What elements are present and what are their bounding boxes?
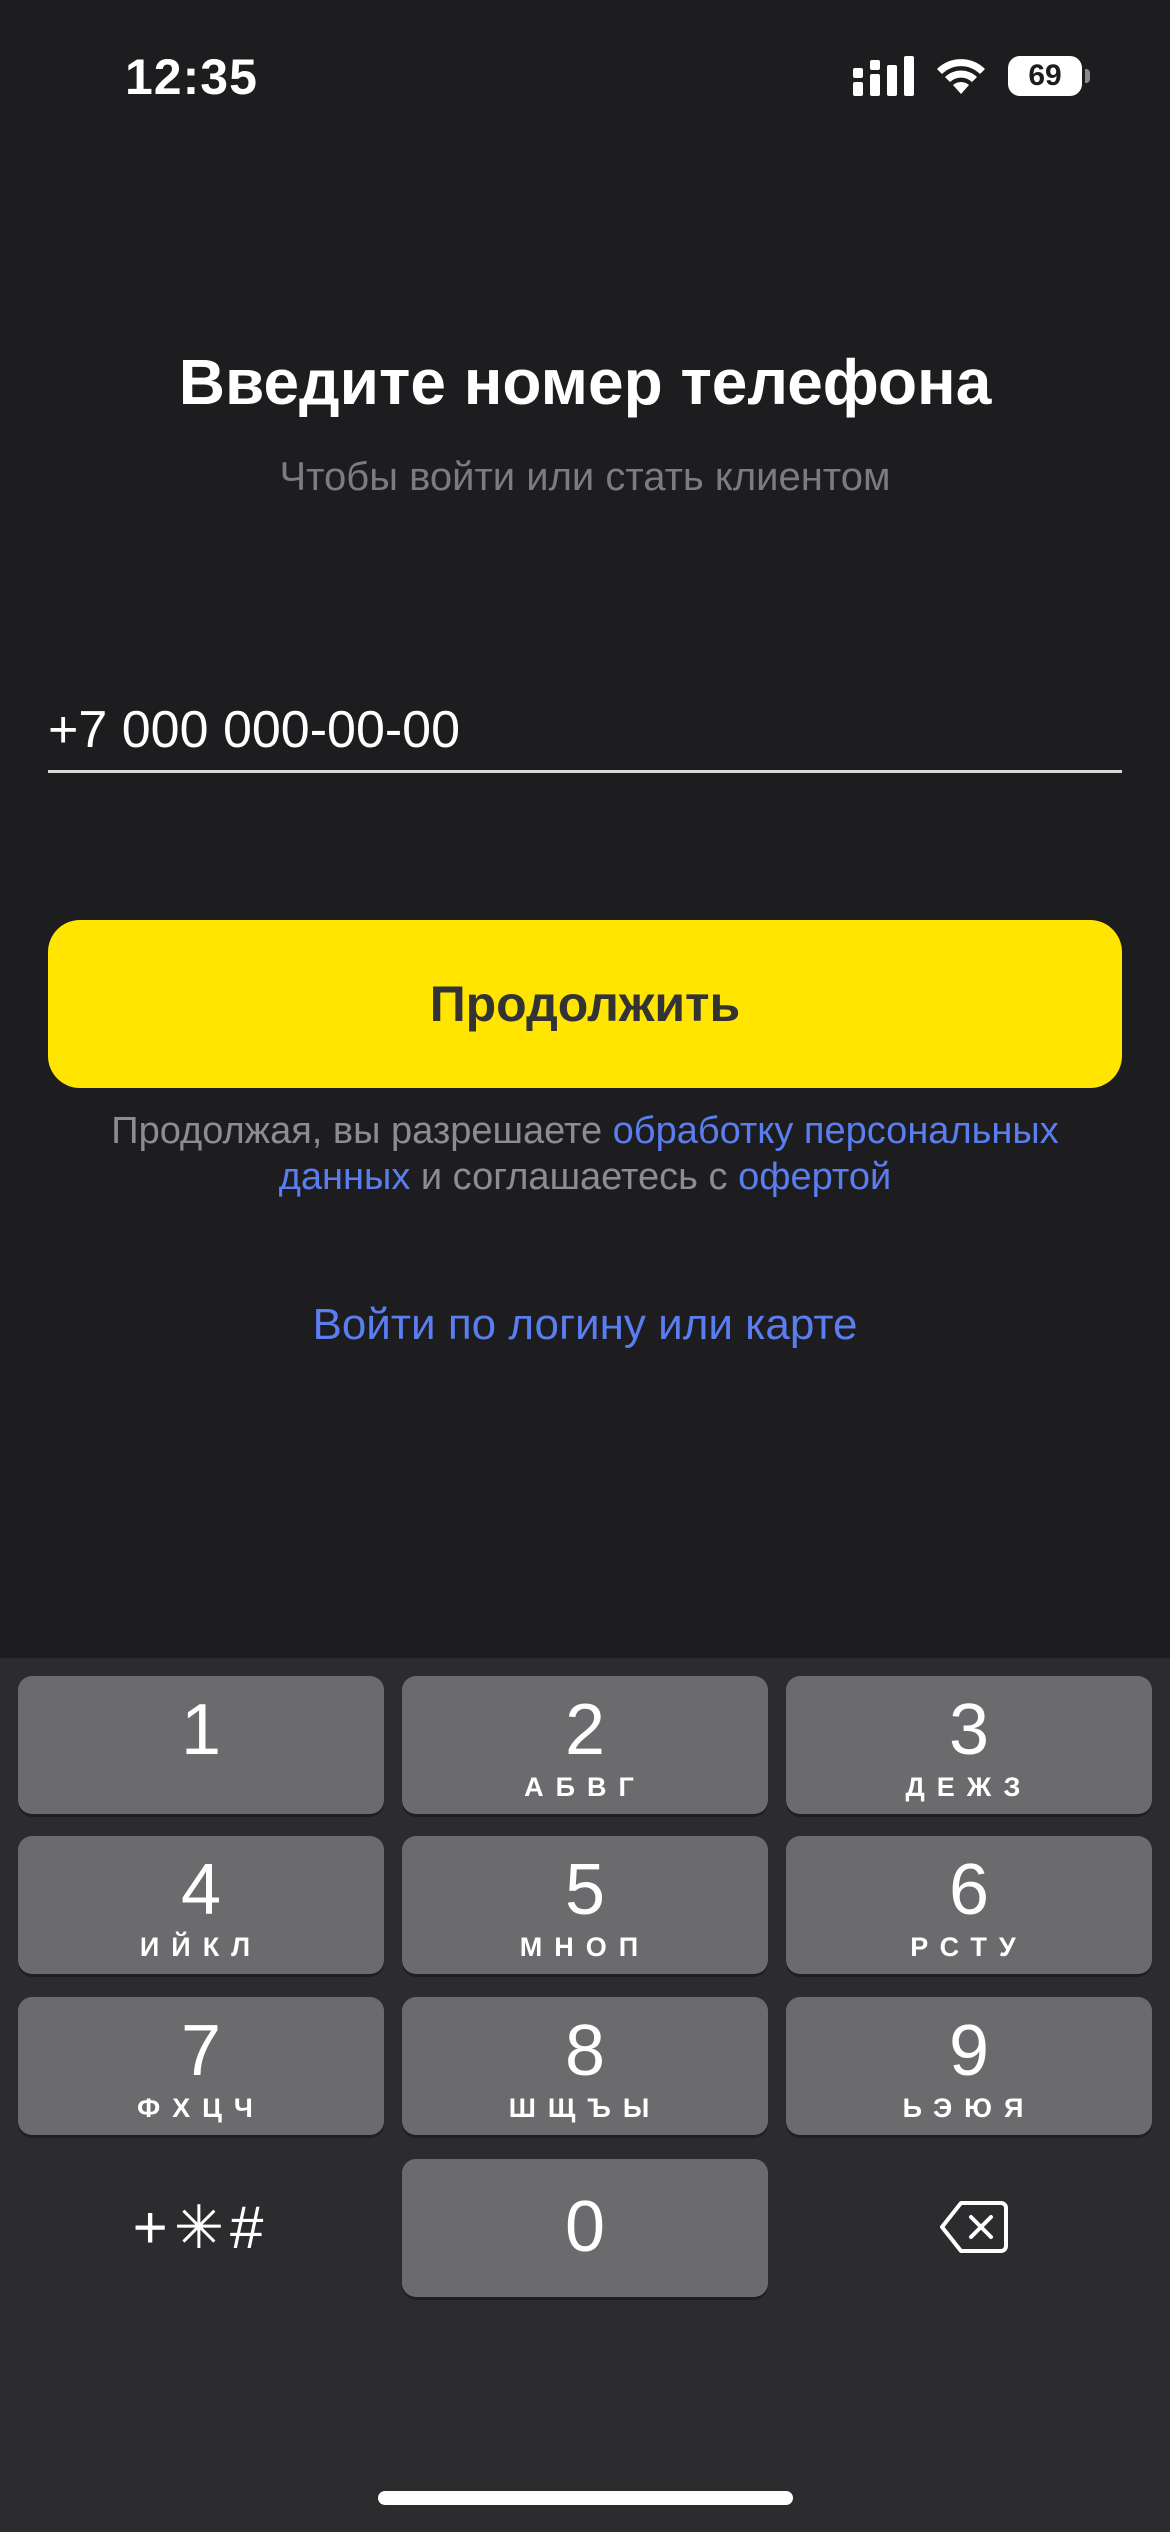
consent-text-middle: и соглашаетесь с [410,1156,739,1198]
key-0[interactable]: 0 [402,2159,768,2297]
key-digit: 3 [948,1690,990,1770]
key-digit: 8 [564,2011,606,2091]
key-9[interactable]: 9 ЬЭЮЯ [786,1997,1152,2135]
key-letters: МНОП [519,1932,651,1962]
battery-level: 69 [1028,59,1062,92]
key-8[interactable]: 8 ШЩЪЫ [402,1997,768,2135]
key-digit: 6 [948,1850,990,1930]
key-digit: 4 [180,1850,222,1930]
key-letters: РСТУ [910,1932,1028,1962]
backspace-icon [940,2201,1008,2253]
status-time: 12:35 [125,49,258,105]
key-digit: 7 [180,2011,222,2091]
battery-icon: 69 [1008,56,1090,96]
consent-text-before: Продолжая, вы разрешаете [111,1110,613,1152]
key-letters: ФХЦЧ [137,2093,265,2123]
offer-link[interactable]: офертой [738,1156,891,1198]
key-digit: 5 [564,1850,606,1930]
key-letters: ДЕЖЗ [905,1772,1033,1802]
key-6[interactable]: 6 РСТУ [786,1836,1152,1974]
wifi-icon [937,59,985,94]
key-digit: 9 [948,2011,990,2091]
login-by-username-or-card-link[interactable]: Войти по логину или карте [0,1300,1170,1350]
key-letters: ЬЭЮЯ [902,2093,1036,2123]
key-letters: ИЙКЛ [139,1932,263,1962]
key-5[interactable]: 5 МНОП [402,1836,768,1974]
continue-button[interactable]: Продолжить [48,920,1122,1088]
consent-text: Продолжая, вы разрешаете обработку персо… [60,1108,1110,1200]
key-digit: 2 [564,1690,606,1770]
phone-login-screen: 12:35 69 Введите номер телефона Чтобы во… [0,0,1170,2532]
page-subtitle: Чтобы войти или стать клиентом [279,455,891,499]
key-letters: АБВГ [524,1772,646,1802]
key-1[interactable]: 1 [18,1676,384,1814]
status-bar: 12:35 69 [0,0,1170,150]
phone-input[interactable] [48,690,1122,773]
key-4[interactable]: 4 ИЙКЛ [18,1836,384,1974]
backspace-key[interactable] [786,2159,1152,2297]
key-2[interactable]: 2 АБВГ [402,1676,768,1814]
key-7[interactable]: 7 ФХЦЧ [18,1997,384,2135]
key-3[interactable]: 3 ДЕЖЗ [786,1676,1152,1814]
signal-icon [853,56,914,96]
key-digit: 1 [180,1690,222,1770]
symbols-key[interactable]: +✳# [18,2159,384,2297]
key-digit: 0 [564,2187,606,2267]
page-title: Введите номер телефона [178,346,992,418]
home-indicator[interactable] [378,2491,793,2505]
numeric-keypad: 1 2 АБВГ 3 ДЕЖЗ 4 ИЙКЛ 5 МНОП 6 РСТУ 7 Ф… [0,1658,1170,2532]
key-letters: ШЩЪЫ [508,2093,662,2123]
